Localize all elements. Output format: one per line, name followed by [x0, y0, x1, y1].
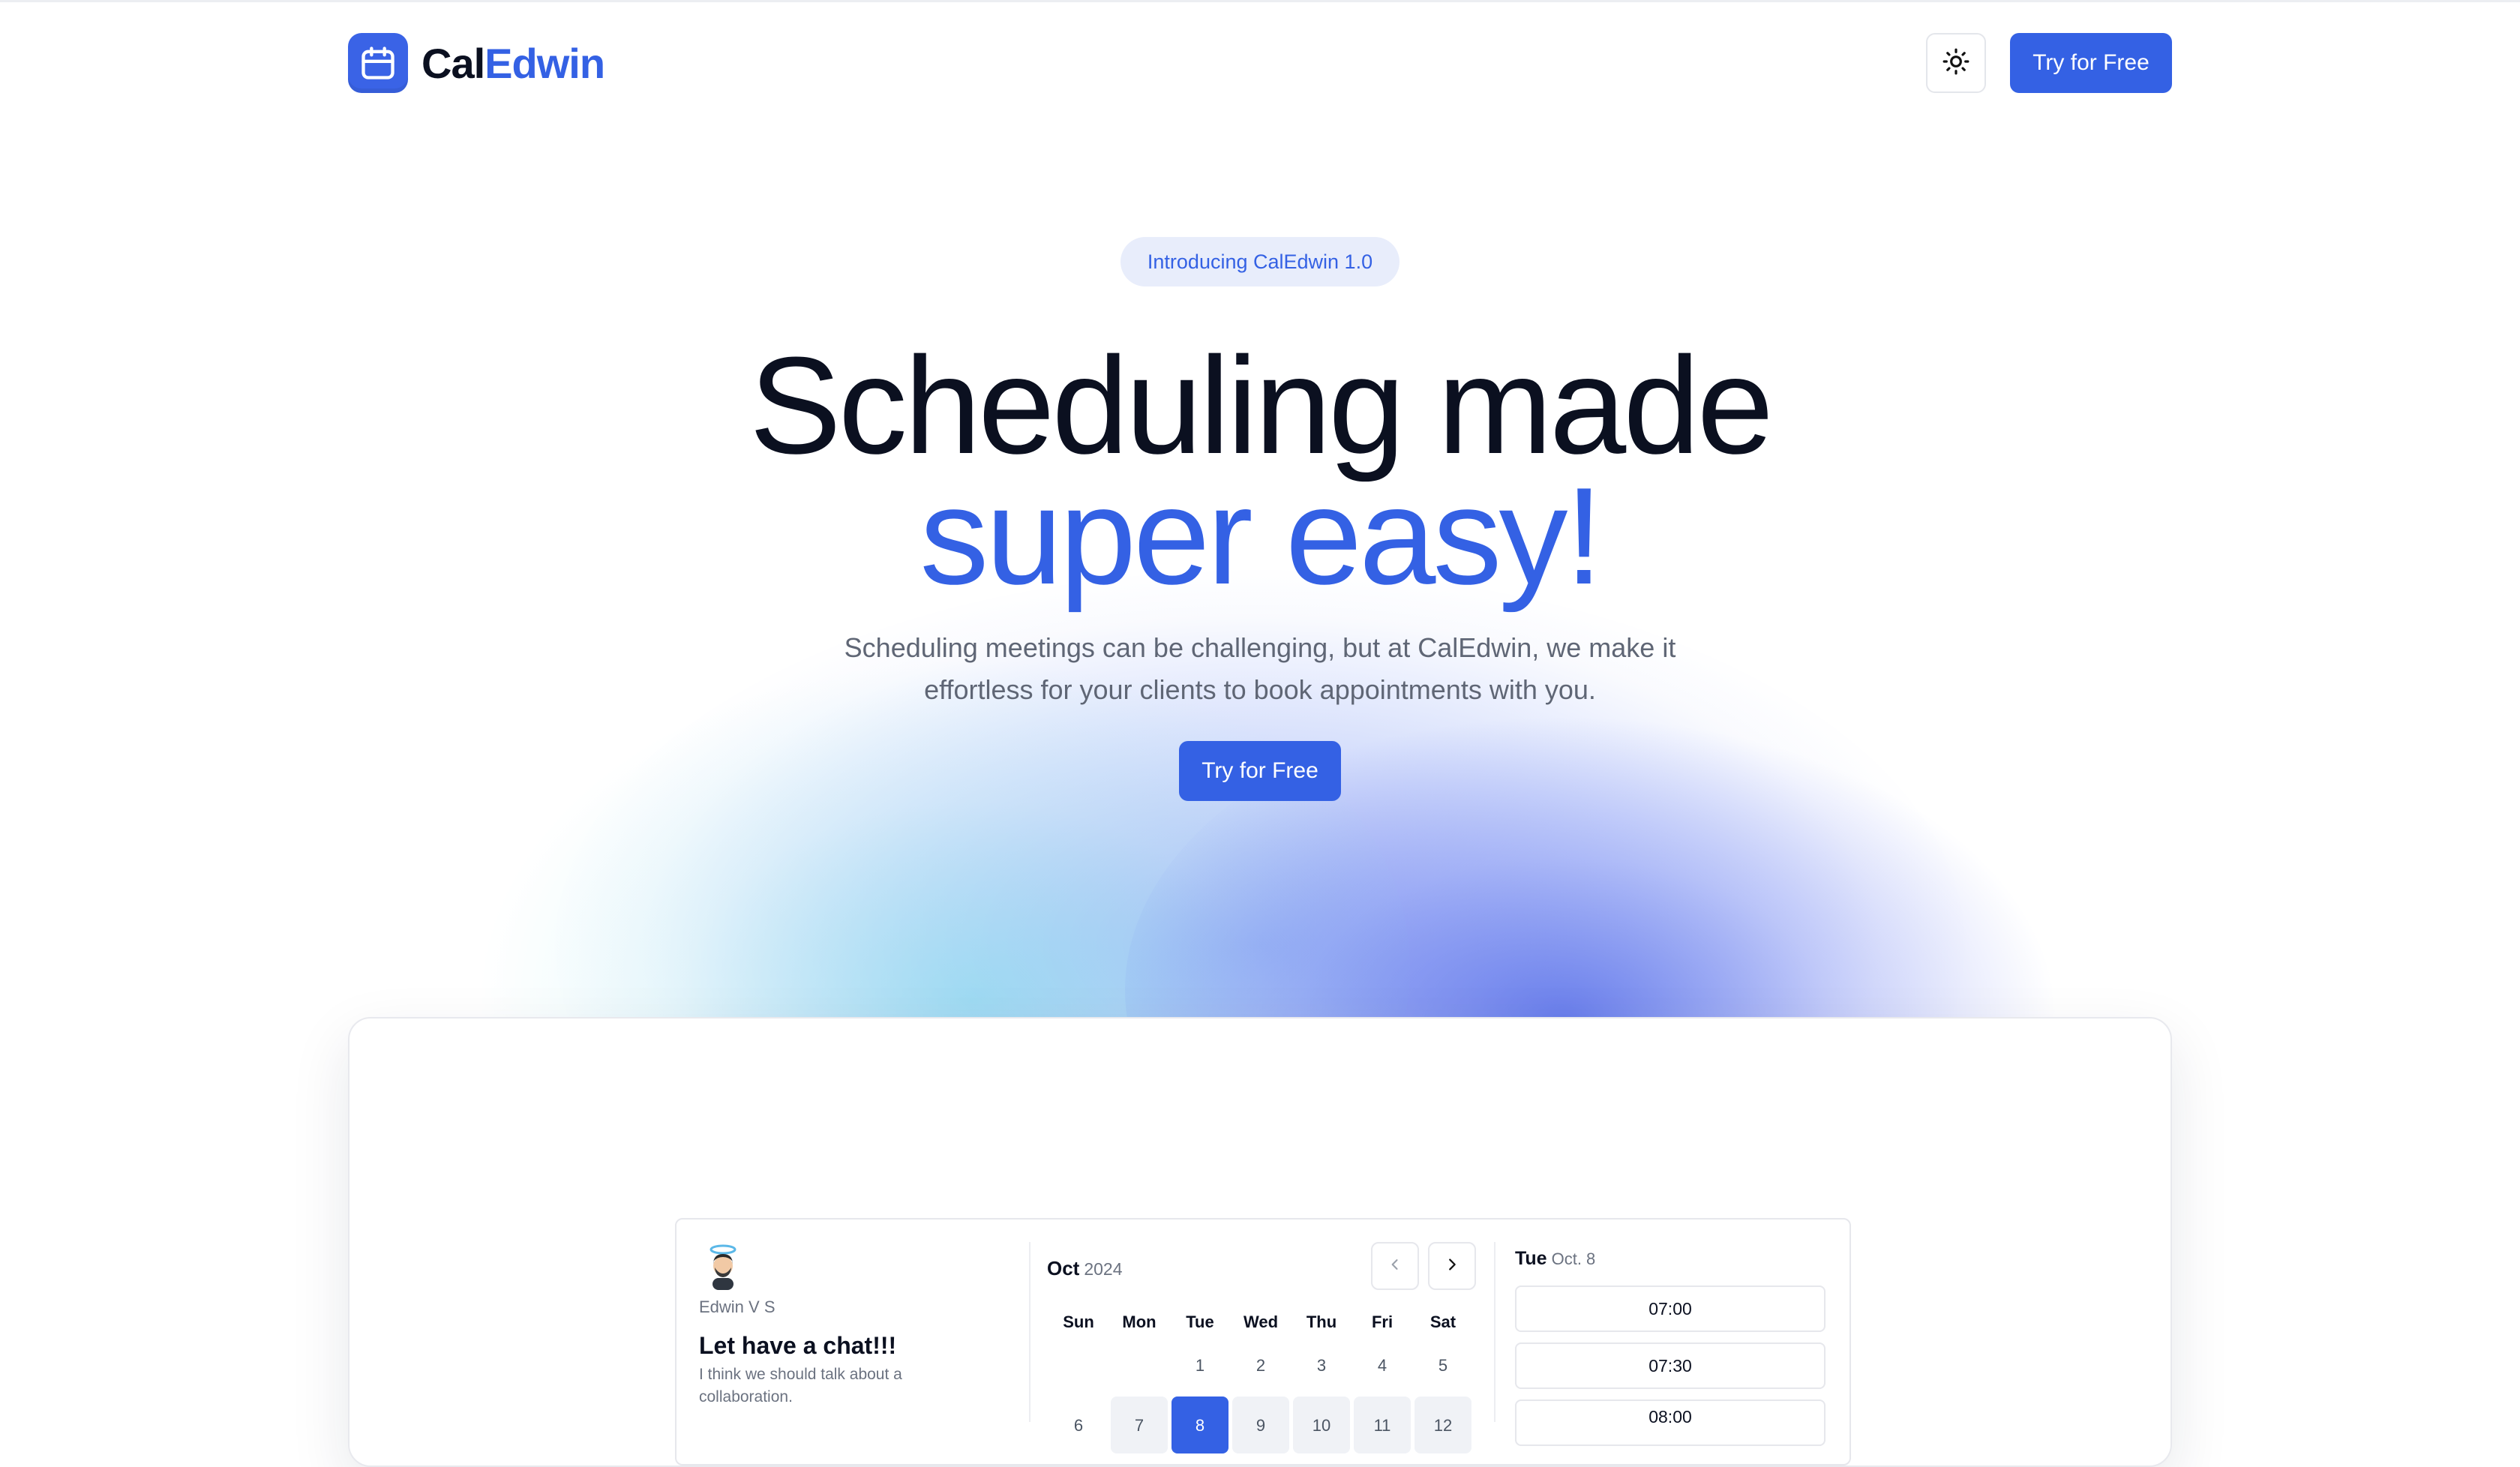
weekday-label: Fri: [1371, 1312, 1394, 1331]
calendar-icon: [348, 33, 408, 93]
weekday-label: Sat: [1430, 1312, 1456, 1331]
avatar: [702, 1244, 744, 1292]
header-try-free-button[interactable]: Try for Free: [2010, 33, 2172, 93]
hero-subtitle-line: Scheduling meetings can be challenging, …: [844, 632, 1676, 663]
hero-subtitle-line: effortless for your clients to book appo…: [924, 674, 1596, 705]
event-description: I think we should talk about a collabora…: [699, 1366, 902, 1406]
top-border: [0, 0, 2520, 2]
prev-month-button[interactable]: [1371, 1242, 1419, 1290]
calendar-day-available[interactable]: 11: [1354, 1396, 1411, 1454]
sun-icon: [1942, 47, 1970, 80]
calendar-day-available[interactable]: 12: [1414, 1396, 1472, 1454]
selected-weekday: Tue: [1515, 1248, 1547, 1269]
hero-title-accent: super easy!: [920, 458, 1603, 613]
hero-try-free-button[interactable]: Try for Free: [1179, 741, 1341, 801]
selected-date-label: Tue Oct. 8: [1515, 1248, 1595, 1270]
selected-date: Oct. 8: [1551, 1250, 1596, 1268]
chevron-right-icon: [1444, 1256, 1460, 1276]
calendar-day: 1: [1195, 1356, 1205, 1375]
weekday-label: Tue: [1186, 1312, 1214, 1331]
host-name: Edwin V S: [699, 1298, 776, 1316]
month-label: Oct 2024: [1047, 1257, 1123, 1280]
event-title: Let have a chat!!!: [699, 1332, 897, 1359]
weekday-label: Mon: [1122, 1312, 1156, 1331]
hero-title: Scheduling made: [749, 328, 1774, 482]
month-name: Oct: [1047, 1257, 1080, 1280]
logo-text: CalEdwin: [422, 39, 605, 88]
year-label: 2024: [1084, 1259, 1123, 1279]
logo[interactable]: CalEdwin: [348, 33, 605, 93]
weekday-label: Sun: [1063, 1312, 1094, 1331]
calendar-day-selected[interactable]: 8: [1172, 1396, 1228, 1454]
time-slot-button[interactable]: 08:00: [1515, 1400, 1826, 1446]
calendar-day: 4: [1377, 1356, 1388, 1375]
calendar-day: 3: [1316, 1356, 1327, 1375]
next-month-button[interactable]: [1428, 1242, 1476, 1290]
calendar-day: 6: [1073, 1416, 1084, 1435]
divider: [1494, 1242, 1496, 1422]
weekday-label: Wed: [1243, 1312, 1279, 1331]
chevron-left-icon: [1388, 1257, 1402, 1276]
logo-prefix: Cal: [422, 39, 485, 87]
calendar-day: 2: [1256, 1356, 1266, 1375]
intro-badge[interactable]: Introducing CalEdwin 1.0: [1120, 237, 1400, 286]
calendar-day-available[interactable]: 10: [1293, 1396, 1350, 1454]
theme-toggle-button[interactable]: [1926, 33, 1986, 93]
divider: [1029, 1242, 1030, 1422]
calendar-day-available[interactable]: 9: [1232, 1396, 1289, 1454]
time-slot-button[interactable]: 07:30: [1515, 1342, 1826, 1389]
time-slot-button[interactable]: 07:00: [1515, 1286, 1826, 1332]
weekday-label: Thu: [1306, 1312, 1337, 1331]
calendar-day-available[interactable]: 7: [1111, 1396, 1168, 1454]
hero-subtitle: Scheduling meetings can be challenging, …: [810, 627, 1710, 711]
logo-suffix: Edwin: [484, 39, 605, 87]
calendar-day: 5: [1438, 1356, 1448, 1375]
